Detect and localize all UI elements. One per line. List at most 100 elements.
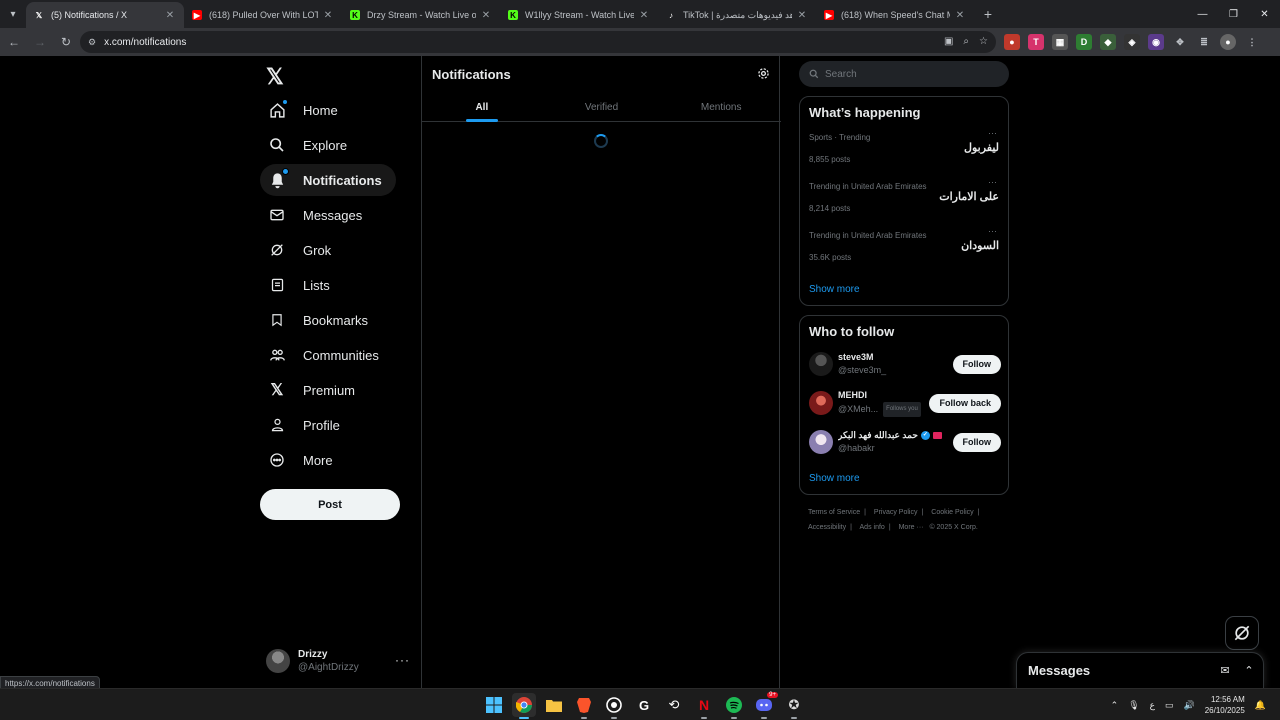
tab-close-icon[interactable]: ✕	[638, 10, 650, 21]
browser-tab-1[interactable]: 𝕏 (5) Notifications / X ✕	[26, 2, 184, 28]
nav-item-bookmarks[interactable]: Bookmarks	[260, 304, 382, 336]
gear-icon[interactable]	[757, 67, 771, 81]
new-tab-button[interactable]: +	[974, 6, 1002, 22]
trend-item[interactable]: Trending in United Arab Emirates ··· الس…	[809, 226, 999, 275]
site-info-icon[interactable]: ⚙	[88, 37, 96, 48]
extension-red-icon[interactable]: ●	[1004, 34, 1020, 50]
extension-pink-icon[interactable]: T	[1028, 34, 1044, 50]
follow-button[interactable]: Follow	[952, 432, 1001, 452]
extensions-puzzle-icon[interactable]: ✥	[1172, 34, 1188, 50]
browser-menu-icon[interactable]: ⋮	[1244, 34, 1260, 50]
chrome-icon[interactable]	[512, 693, 536, 719]
language-indicator[interactable]: ع	[1150, 700, 1155, 711]
extension-grid-icon[interactable]: ▦	[1052, 34, 1068, 50]
system-clock[interactable]: 12:56 AM 26/10/2025	[1205, 694, 1245, 716]
back-icon[interactable]: ←	[2, 30, 26, 54]
tab-close-icon[interactable]: ✕	[954, 10, 966, 21]
profile-avatar-icon[interactable]: ●	[1220, 34, 1236, 50]
new-message-icon[interactable]: ✉	[1215, 661, 1235, 681]
browser-tab-2[interactable]: ▶ (618) Pulled Over With LOTS Of ✕	[184, 2, 342, 28]
show-more-link[interactable]: Show more	[809, 284, 860, 295]
trend-item[interactable]: Trending in United Arab Emirates ··· على…	[809, 177, 999, 226]
browser-tab-5[interactable]: ♪ TikTok | شاهد فيديوهات متصدرة ✕	[658, 2, 816, 28]
footer-link[interactable]: Accessibility	[808, 524, 846, 531]
microphone-icon[interactable]: 🎙	[1128, 700, 1139, 711]
nav-item-messages[interactable]: Messages	[260, 199, 376, 231]
account-display-name: Drizzy	[298, 649, 328, 660]
volume-icon[interactable]: 🔊	[1184, 700, 1195, 711]
account-switcher[interactable]: Drizzy @AightDrizzy ···	[266, 646, 416, 676]
notification-bell-icon[interactable]: 🔔	[1255, 700, 1266, 711]
tab-close-icon[interactable]: ✕	[322, 10, 334, 21]
nav-item-profile[interactable]: Profile	[260, 409, 354, 441]
extension-eye-icon[interactable]: ◉	[1148, 34, 1164, 50]
more-dots-icon[interactable]: ···	[988, 226, 997, 236]
reading-list-icon[interactable]: ≣	[1196, 34, 1212, 50]
more-dots-icon[interactable]: ···	[395, 653, 410, 667]
search-input[interactable]: Search	[799, 61, 1009, 87]
tab-verified[interactable]: Verified	[542, 94, 662, 121]
footer-link[interactable]: Cookie Policy	[931, 509, 973, 516]
nav-item-notifications[interactable]: Notifications	[260, 164, 396, 196]
footer-link[interactable]: Ads info	[860, 524, 885, 531]
nav-label: Explore	[303, 137, 348, 153]
windows-start-icon[interactable]	[482, 693, 506, 717]
nav-item-explore[interactable]: Explore	[260, 129, 361, 161]
extension-diamond-icon[interactable]: ◈	[1124, 34, 1140, 50]
zoom-icon[interactable]: ⌕	[963, 36, 969, 47]
browser-tab-3[interactable]: K Drzy Stream - Watch Live on Ki ✕	[342, 2, 500, 28]
more-dots-icon[interactable]: ···	[988, 128, 997, 138]
nav-item-grok[interactable]: Grok	[260, 234, 345, 266]
show-more-link[interactable]: Show more	[809, 473, 860, 484]
tab-search-icon[interactable]: ▾	[0, 0, 26, 28]
forward-icon[interactable]: →	[28, 30, 52, 54]
app-arrow-icon[interactable]: G	[632, 693, 656, 717]
network-icon[interactable]: ▭	[1165, 700, 1174, 711]
tab-mentions[interactable]: Mentions	[661, 94, 781, 121]
minimize-icon[interactable]: —	[1187, 0, 1218, 28]
follow-suggestion[interactable]: حمد عبدالله فهد البكر ✓ @habakr Follow	[809, 427, 1001, 457]
capcut-icon[interactable]: ⟲	[662, 693, 686, 717]
reload-icon[interactable]: ↻	[54, 30, 78, 54]
more-dots-icon[interactable]: ···	[988, 177, 997, 187]
address-bar[interactable]: ⚙ x.com/notifications ▣ ⌕ ☆	[80, 31, 996, 53]
messages-drawer[interactable]: Messages ✉ ⌃	[1016, 652, 1264, 688]
nav-item-home[interactable]: Home	[260, 94, 352, 126]
spotify-icon[interactable]	[722, 693, 746, 719]
follow-suggestion[interactable]: MEHDI @XMeh... Follows you Follow back	[809, 388, 1001, 418]
follow-button[interactable]: Follow	[952, 354, 1001, 374]
file-explorer-icon[interactable]	[542, 693, 566, 717]
browser-tab-4[interactable]: K W1llyy Stream - Watch Live on ✕	[500, 2, 658, 28]
nav-item-premium[interactable]: 𝕏 Premium	[260, 374, 369, 406]
nav-item-more[interactable]: More	[260, 444, 347, 476]
tab-all[interactable]: All	[422, 94, 542, 121]
grok-button[interactable]	[1225, 616, 1259, 650]
follow-suggestion[interactable]: steve3M @steve3m_ Follow	[809, 349, 1001, 379]
footer-link[interactable]: Privacy Policy	[874, 509, 918, 516]
tab-close-icon[interactable]: ✕	[164, 10, 176, 21]
nav-item-lists[interactable]: Lists	[260, 269, 344, 301]
brave-icon[interactable]	[572, 693, 596, 719]
close-window-icon[interactable]: ✕	[1249, 0, 1280, 28]
whatsapp-icon[interactable]	[602, 693, 626, 719]
tab-close-icon[interactable]: ✕	[480, 10, 492, 21]
tab-close-icon[interactable]: ✕	[796, 10, 808, 21]
footer-link[interactable]: More ···	[899, 524, 924, 531]
netflix-icon[interactable]: N	[692, 693, 716, 719]
nav-item-communities[interactable]: Communities	[260, 339, 393, 371]
restore-icon[interactable]: ❐	[1218, 0, 1249, 28]
app-gear-icon[interactable]: ✪	[782, 693, 806, 719]
footer-link[interactable]: Terms of Service	[808, 509, 860, 516]
expand-chevron-icon[interactable]: ⌃	[1239, 661, 1259, 681]
follow-back-button[interactable]: Follow back	[929, 393, 1001, 413]
extension-shield-icon[interactable]: ◆	[1100, 34, 1116, 50]
x-logo-icon[interactable]: 𝕏	[266, 64, 292, 90]
post-button[interactable]: Post	[260, 489, 400, 520]
install-app-icon[interactable]: ▣	[944, 36, 953, 47]
extension-d-icon[interactable]: D	[1076, 34, 1092, 50]
bookmark-star-icon[interactable]: ☆	[979, 36, 988, 47]
discord-icon[interactable]: 9+	[752, 692, 778, 719]
chevron-up-icon[interactable]: ⌃	[1111, 700, 1119, 711]
trend-item[interactable]: Sports · Trending ··· ليفربول 8,855 post…	[809, 128, 999, 177]
browser-tab-6[interactable]: ▶ (618) When Speed's Chat Made ✕	[816, 2, 974, 28]
